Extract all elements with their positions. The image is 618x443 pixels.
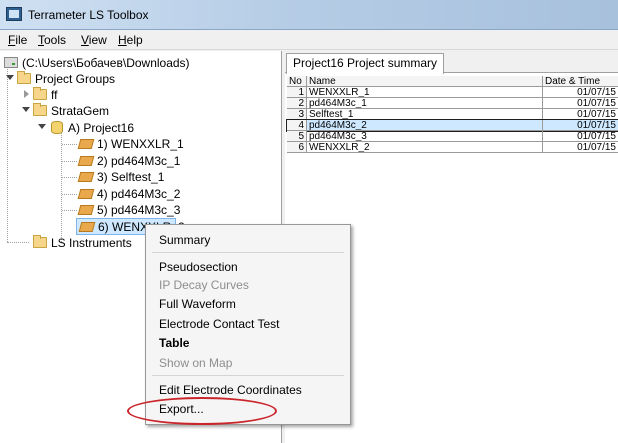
menu-item-show-on-map[interactable]: Show on Map bbox=[159, 356, 232, 370]
expand-open-icon[interactable] bbox=[38, 124, 46, 129]
expand-open-icon[interactable] bbox=[6, 75, 14, 80]
tree-folder-stratagem[interactable]: StrataGem bbox=[22, 103, 262, 119]
menu-item-pseudosection[interactable]: Pseudosection bbox=[159, 260, 238, 274]
context-menu: Summary Pseudosection IP Decay Curves Fu… bbox=[145, 224, 351, 425]
tree-ls-instruments[interactable]: LS Instruments bbox=[22, 235, 162, 251]
table-row[interactable]: 3 Selftest_1 01/07/15 bbox=[287, 109, 618, 120]
column-header-name[interactable]: Name bbox=[307, 76, 543, 87]
table-row[interactable]: 6 WENXXLR_2 01/07/15 bbox=[287, 142, 618, 153]
folder-open-icon bbox=[17, 71, 31, 84]
folder-icon bbox=[33, 87, 47, 100]
table-row-selected[interactable]: 4 pd464M3c_2 01/07/15 bbox=[286, 119, 618, 132]
table-row[interactable]: 5 pd464M3c_3 01/07/15 bbox=[287, 131, 618, 142]
tab-strip: Project16 Project summary bbox=[285, 51, 618, 74]
menu-tools[interactable]: Tools bbox=[38, 33, 66, 47]
measurement-icon bbox=[77, 172, 95, 182]
app-icon bbox=[6, 7, 22, 21]
menu-help[interactable]: Help bbox=[118, 33, 143, 47]
drive-icon bbox=[4, 57, 18, 68]
menu-view[interactable]: View bbox=[81, 33, 107, 47]
column-header-no[interactable]: No bbox=[287, 76, 307, 87]
database-icon bbox=[51, 121, 63, 134]
menu-separator bbox=[152, 375, 344, 376]
tree-folder-ff[interactable]: ff bbox=[22, 87, 262, 103]
measurement-icon bbox=[78, 222, 96, 232]
tree-item[interactable]: 5) pd464M3c_3 bbox=[62, 202, 262, 218]
menu-item-table[interactable]: Table bbox=[159, 336, 189, 350]
menu-item-electrode-contact-test[interactable]: Electrode Contact Test bbox=[159, 317, 280, 331]
measurement-icon bbox=[77, 205, 95, 215]
tree-item[interactable]: 1) WENXXLR_1 bbox=[62, 136, 262, 152]
menu-file[interactable]: File bbox=[8, 33, 27, 47]
menu-item-summary[interactable]: Summary bbox=[159, 233, 210, 247]
measurement-icon bbox=[77, 189, 95, 199]
column-header-date[interactable]: Date & Time bbox=[543, 76, 618, 87]
menu-separator bbox=[152, 252, 344, 253]
highlight-ellipse bbox=[127, 397, 277, 425]
tree-item[interactable]: 2) pd464M3c_1 bbox=[62, 153, 262, 169]
tree-item[interactable]: 4) pd464M3c_2 bbox=[62, 186, 262, 202]
expand-open-icon[interactable] bbox=[22, 107, 30, 112]
expand-closed-icon[interactable] bbox=[24, 90, 29, 98]
tree-project-groups[interactable]: Project Groups bbox=[6, 71, 266, 87]
tree-project[interactable]: A) Project16 bbox=[38, 120, 268, 136]
tree-root[interactable]: (C:\Users\Бобачев\Downloads) bbox=[4, 55, 274, 71]
window-title: Terrameter LS Toolbox bbox=[28, 8, 149, 22]
title-bar: Terrameter LS Toolbox bbox=[0, 0, 618, 30]
measurement-icon bbox=[77, 156, 95, 166]
folder-icon bbox=[33, 235, 47, 248]
folder-open-icon bbox=[33, 103, 47, 116]
menu-bar: File Tools View Help bbox=[0, 30, 618, 50]
table-header: No Name Date & Time bbox=[287, 76, 618, 87]
tree-item[interactable]: 3) Selftest_1 bbox=[62, 169, 262, 185]
menu-item-full-waveform[interactable]: Full Waveform bbox=[159, 297, 236, 311]
menu-item-ip-decay-curves[interactable]: IP Decay Curves bbox=[159, 278, 249, 292]
tree-connector bbox=[7, 67, 8, 242]
table-row[interactable]: 1 WENXXLR_1 01/07/15 bbox=[287, 87, 618, 98]
menu-item-edit-electrode-coordinates[interactable]: Edit Electrode Coordinates bbox=[159, 383, 302, 397]
table-row[interactable]: 2 pd464M3c_1 01/07/15 bbox=[287, 98, 618, 109]
tab-project-summary[interactable]: Project16 Project summary bbox=[286, 53, 445, 74]
measurement-icon bbox=[77, 139, 95, 149]
